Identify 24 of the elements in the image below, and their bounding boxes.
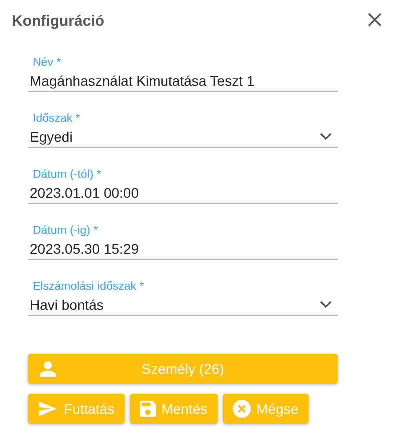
- field-value: 2023.01.01 00:00: [29, 185, 139, 201]
- input-field[interactable]: Dátum (-tól) * 2023.01.01 00:00: [28, 154, 338, 204]
- save-icon: [140, 401, 156, 417]
- field-label: Dátum (-ig) *: [33, 225, 98, 237]
- field-label: Elszámolási időszak *: [33, 281, 144, 293]
- field-label: Dátum (-tól) *: [33, 169, 102, 181]
- input-field[interactable]: Dátum (-ig) * 2023.05.30 15:29: [28, 210, 338, 260]
- dialog-title: Konfiguráció: [12, 12, 104, 30]
- field-value: 2023.05.30 15:29: [29, 241, 139, 257]
- select-field[interactable]: Elszámolási időszak * Havi bontás: [28, 266, 338, 316]
- send-icon: [38, 401, 58, 417]
- chevron-down-icon: [320, 133, 332, 141]
- field-label: Név *: [33, 57, 62, 69]
- field-label: Időszak *: [33, 113, 80, 125]
- field-value: Magánhasználat Kimutatása Teszt 1: [29, 73, 255, 89]
- chevron-down-icon: [320, 301, 332, 309]
- close-icon: [368, 13, 382, 27]
- person-icon: [40, 361, 56, 377]
- close-button[interactable]: [368, 13, 384, 29]
- field-value: Egyedi: [29, 129, 73, 145]
- field-value: Havi bontás: [29, 297, 104, 313]
- input-field[interactable]: Név * Magánhasználat Kimutatása Teszt 1: [28, 42, 338, 92]
- cancel-icon: [232, 400, 251, 418]
- select-field[interactable]: Időszak * Egyedi: [28, 98, 338, 148]
